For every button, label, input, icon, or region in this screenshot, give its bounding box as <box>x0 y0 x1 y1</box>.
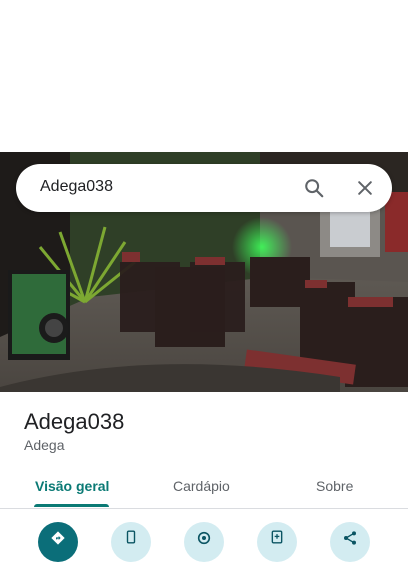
place-title: Adega038 <box>24 409 125 434</box>
nearby-button[interactable] <box>184 522 224 562</box>
tab-bar: Visão geral Cardápio Sobre <box>0 468 408 509</box>
directions-button[interactable] <box>38 522 78 562</box>
call-button[interactable] <box>111 522 151 562</box>
search-icon <box>305 179 324 198</box>
tab-overview[interactable]: Visão geral <box>35 478 109 494</box>
place-category: Adega <box>24 437 65 453</box>
clear-search-button[interactable] <box>349 172 381 204</box>
tab-indicator <box>34 504 109 507</box>
save-icon <box>271 530 283 544</box>
search-bar[interactable]: Adega038 <box>16 164 392 212</box>
tab-menu[interactable]: Cardápio <box>173 478 230 494</box>
close-icon <box>358 181 372 195</box>
share-button[interactable] <box>330 522 370 562</box>
search-button[interactable] <box>298 172 330 204</box>
tab-about[interactable]: Sobre <box>316 478 353 494</box>
phone-icon <box>126 530 136 544</box>
save-button[interactable] <box>257 522 297 562</box>
search-input[interactable]: Adega038 <box>40 178 113 196</box>
map-area <box>0 0 408 152</box>
